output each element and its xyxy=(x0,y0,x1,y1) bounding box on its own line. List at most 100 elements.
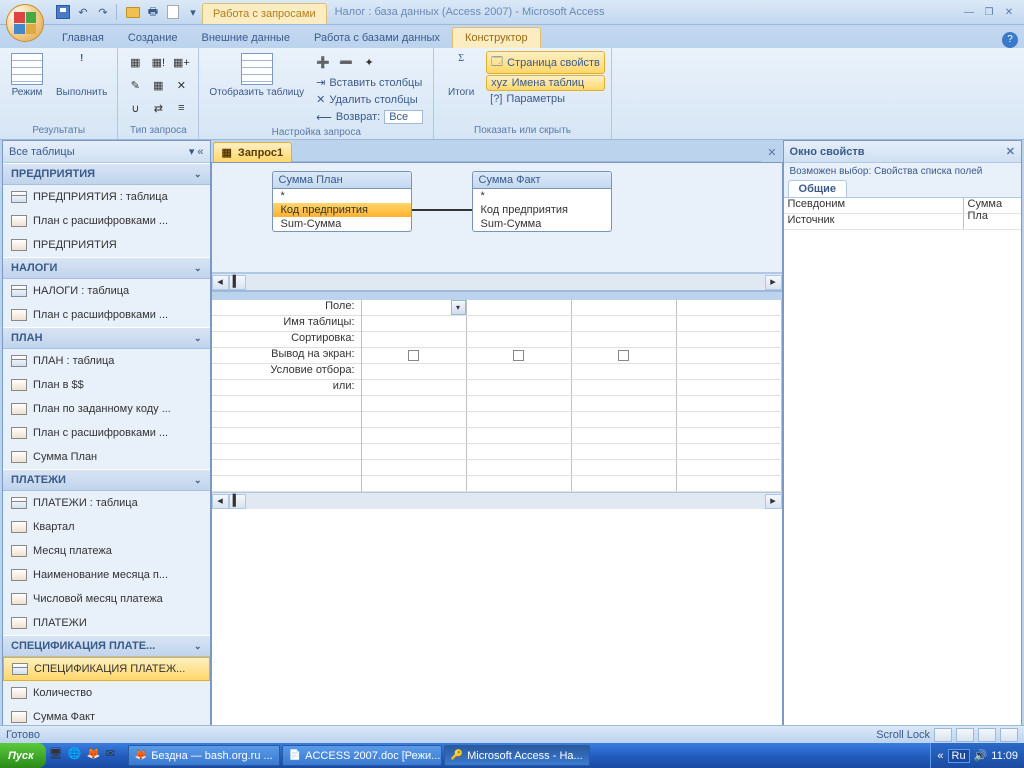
qtype-datadef[interactable]: ≡ xyxy=(170,97,192,119)
qtype-maketable[interactable]: ▦! xyxy=(147,51,169,73)
ribbon-tab-create[interactable]: Создание xyxy=(116,28,190,48)
ribbon-tab-dbtools[interactable]: Работа с базами данных xyxy=(302,28,452,48)
qry-icon xyxy=(11,239,27,251)
view-sql[interactable] xyxy=(956,728,974,742)
nav-item[interactable]: План с расшифровками ... xyxy=(3,303,210,327)
field-list-1[interactable]: Сумма План * Код предприятия Sum-Сумма xyxy=(272,171,412,232)
tray-icon[interactable]: 🔊 xyxy=(974,749,988,762)
totals-button[interactable]: Σ Итоги xyxy=(440,51,482,100)
nav-group-header[interactable]: СПЕЦИФИКАЦИЯ ПЛАТЕ...⌄ xyxy=(3,635,210,657)
delete-rows[interactable]: ➖ xyxy=(335,51,357,73)
qtype-select[interactable]: ▦ xyxy=(124,51,146,73)
propsheet-close[interactable]: ✕ xyxy=(1006,145,1015,158)
property-sheet-button[interactable]: 🗔Страница свойств xyxy=(486,51,605,74)
document-close[interactable]: ✕ xyxy=(761,143,782,162)
taskbar-item[interactable]: 🦊Бездна — bash.org.ru ... xyxy=(128,745,280,766)
nav-group-header[interactable]: ПЛАТЕЖИ⌄ xyxy=(3,469,210,491)
nav-item[interactable]: План по заданному коду ... xyxy=(3,397,210,421)
nav-header[interactable]: Все таблицы ▾ « xyxy=(3,141,210,163)
field-combo-button[interactable]: ▾ xyxy=(451,300,466,315)
qbe-grid[interactable]: ▾ xyxy=(362,300,782,492)
tray-icon[interactable]: « xyxy=(937,750,943,762)
view-pivot[interactable] xyxy=(1000,728,1018,742)
office-button[interactable] xyxy=(6,4,44,42)
qtype-delete[interactable]: ✕ xyxy=(170,74,192,96)
ribbon-tab-home[interactable]: Главная xyxy=(50,28,116,48)
qtype-update[interactable]: ✎ xyxy=(124,74,146,96)
insert-columns[interactable]: ⇥Вставить столбцы xyxy=(312,75,427,90)
ql-item[interactable]: ✉ xyxy=(106,747,124,765)
view-button[interactable]: Режим xyxy=(6,51,48,100)
show-checkbox[interactable] xyxy=(618,350,629,361)
qat-new[interactable] xyxy=(164,3,182,21)
return-combo[interactable]: Все xyxy=(384,110,423,124)
nav-item[interactable]: СПЕЦИФИКАЦИЯ ПЛАТЕЖ... xyxy=(3,657,210,681)
qat-save[interactable] xyxy=(54,3,72,21)
view-datasheet[interactable] xyxy=(934,728,952,742)
qtype-append[interactable]: ▦+ xyxy=(170,51,192,73)
taskbar-item[interactable]: 🔑Microsoft Access - На... xyxy=(444,745,590,766)
diagram-pane[interactable]: Сумма План * Код предприятия Sum-Сумма С… xyxy=(212,163,782,273)
prop-row[interactable]: Псевдоним Сумма Пла xyxy=(784,198,1021,214)
nav-group-header[interactable]: ПЛАН⌄ xyxy=(3,327,210,349)
ql-item[interactable]: 🌐 xyxy=(68,747,86,765)
nav-item[interactable]: НАЛОГИ : таблица xyxy=(3,279,210,303)
show-checkbox[interactable] xyxy=(513,350,524,361)
qry-icon xyxy=(11,403,27,415)
prop-row[interactable]: Источник xyxy=(784,214,1021,230)
delete-columns[interactable]: ✕Удалить столбцы xyxy=(312,92,427,107)
qat-undo[interactable]: ↶ xyxy=(74,3,92,21)
show-table-button[interactable]: Отобразить таблицу xyxy=(205,51,308,100)
show-checkbox[interactable] xyxy=(408,350,419,361)
group-setup-label: Настройка запроса xyxy=(205,125,427,138)
nav-item[interactable]: ПЛАН : таблица xyxy=(3,349,210,373)
language-indicator[interactable]: Ru xyxy=(948,749,970,763)
ribbon-tab-external[interactable]: Внешние данные xyxy=(190,28,302,48)
ribbon-tab-design[interactable]: Конструктор xyxy=(452,27,541,48)
qtype-union[interactable]: ∪ xyxy=(124,97,146,119)
qbe-hscroll[interactable]: ◂▍▸ xyxy=(212,492,782,509)
builder[interactable]: ✦ xyxy=(358,51,380,73)
nav-item[interactable]: План в $$ xyxy=(3,373,210,397)
qat-customize[interactable]: ▾ xyxy=(184,3,202,21)
field-list-2[interactable]: Сумма Факт * Код предприятия Sum-Сумма xyxy=(472,171,612,232)
diagram-hscroll[interactable]: ◂▍▸ xyxy=(212,273,782,290)
nav-item[interactable]: План с расшифровками ... xyxy=(3,209,210,233)
close-button[interactable]: ✕ xyxy=(1000,5,1018,19)
nav-item[interactable]: Квартал xyxy=(3,515,210,539)
nav-item[interactable]: Месяц платежа xyxy=(3,539,210,563)
nav-item[interactable]: ПРЕДПРИЯТИЯ : таблица xyxy=(3,185,210,209)
nav-item[interactable]: Количество xyxy=(3,681,210,705)
taskbar-item[interactable]: 📄ACCESS 2007.doc [Режи... xyxy=(282,745,442,766)
table-icon xyxy=(241,53,273,85)
help-button[interactable]: ? xyxy=(1002,32,1018,48)
qat-redo[interactable]: ↷ xyxy=(94,3,112,21)
nav-item[interactable]: Сумма Факт xyxy=(3,705,210,725)
qtype-crosstab[interactable]: ▦ xyxy=(147,74,169,96)
nav-item[interactable]: ПРЕДПРИЯТИЯ xyxy=(3,233,210,257)
nav-group-header[interactable]: НАЛОГИ⌄ xyxy=(3,257,210,279)
view-design[interactable] xyxy=(978,728,996,742)
nav-item[interactable]: Наименование месяца п... xyxy=(3,563,210,587)
nav-item[interactable]: Числовой месяц платежа xyxy=(3,587,210,611)
clock[interactable]: 11:09 xyxy=(991,750,1018,762)
start-button[interactable]: Пуск xyxy=(0,743,46,768)
nav-item[interactable]: ПЛАТЕЖИ xyxy=(3,611,210,635)
qat-open[interactable] xyxy=(124,3,142,21)
qat-print[interactable]: 🖶 xyxy=(144,3,162,21)
nav-group-header[interactable]: ПРЕДПРИЯТИЯ⌄ xyxy=(3,163,210,185)
propsheet-tab-general[interactable]: Общие xyxy=(788,180,848,198)
nav-item[interactable]: План с расшифровками ... xyxy=(3,421,210,445)
ql-item[interactable]: 🖥 xyxy=(49,747,67,765)
restore-button[interactable]: ❐ xyxy=(980,5,998,19)
nav-item[interactable]: Сумма План xyxy=(3,445,210,469)
document-tab[interactable]: ▦ Запрос1 xyxy=(213,142,293,162)
minimize-button[interactable]: — xyxy=(960,5,978,19)
join-line[interactable] xyxy=(412,209,472,211)
nav-item[interactable]: ПЛАТЕЖИ : таблица xyxy=(3,491,210,515)
table-names-button[interactable]: xyzИмена таблиц xyxy=(486,75,605,91)
run-button[interactable]: ! Выполнить xyxy=(52,51,111,100)
insert-rows[interactable]: ➕ xyxy=(312,51,334,73)
parameters-button[interactable]: [?]Параметры xyxy=(486,92,605,106)
ql-item[interactable]: 🦊 xyxy=(87,747,105,765)
